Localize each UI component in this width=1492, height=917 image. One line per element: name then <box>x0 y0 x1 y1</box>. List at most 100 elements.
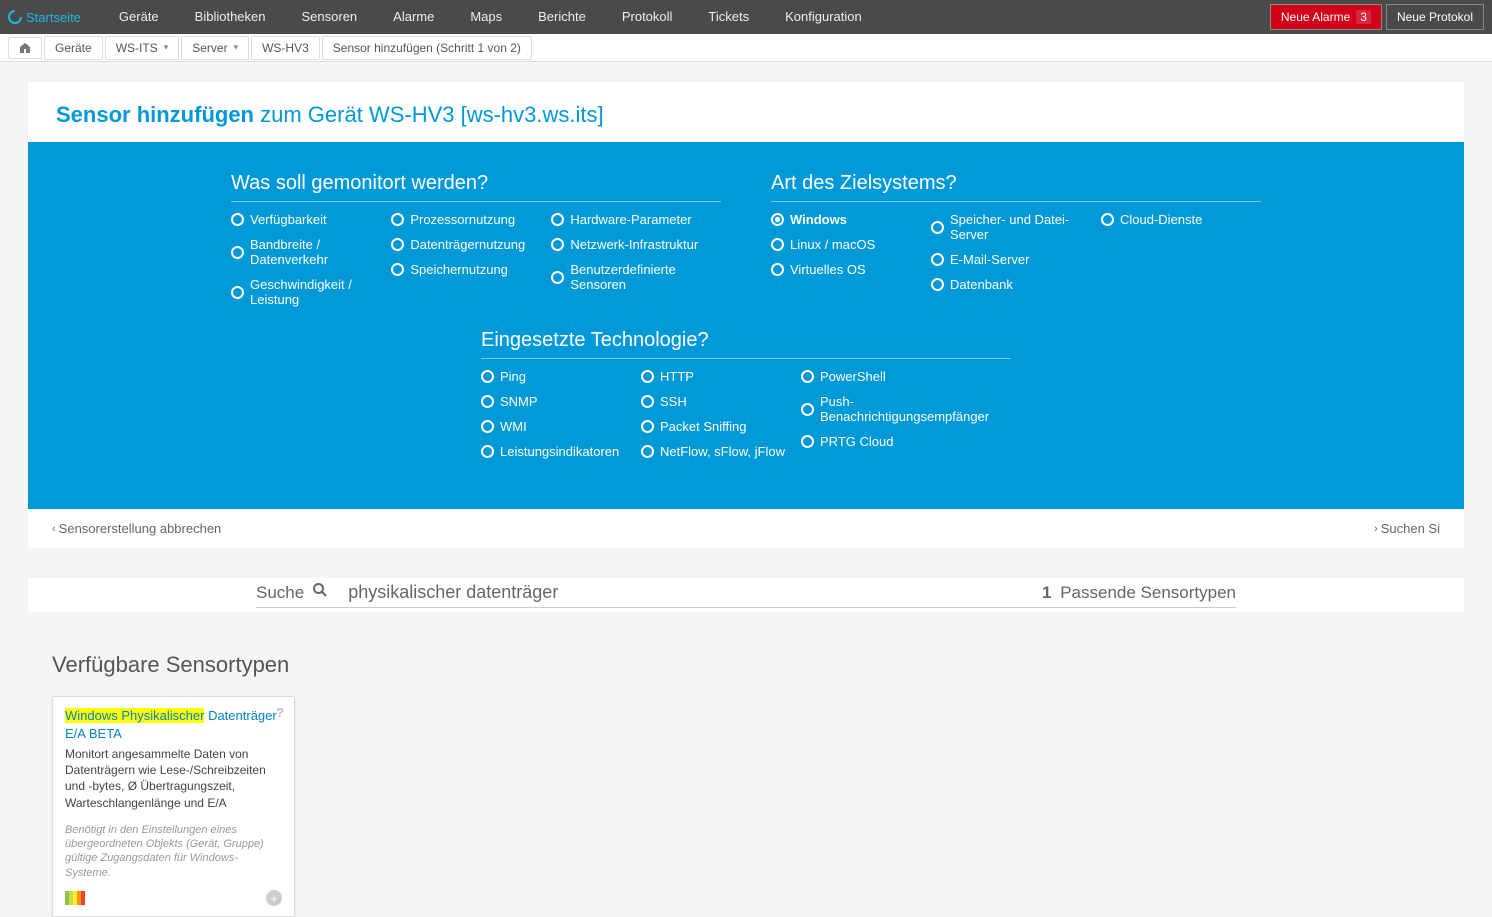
filter-option-label: Netzwerk-Infrastruktur <box>570 237 698 252</box>
filter-option-label: SSH <box>660 394 687 409</box>
filter-option[interactable]: Leistungsindikatoren <box>481 444 641 459</box>
chevron-down-icon: ▾ <box>164 42 169 53</box>
filter-title-tech: Eingesetzte Technologie? <box>481 329 1011 359</box>
home-label: Startseite <box>26 10 81 25</box>
topnav-item[interactable]: Konfiguration <box>767 0 880 34</box>
filter-option[interactable]: Hardware-Parameter <box>551 212 721 227</box>
filter-option[interactable]: SNMP <box>481 394 641 409</box>
search-bar: Suche 1 Passende Sensortypen <box>28 578 1464 612</box>
filter-option-label: Datenträgernutzung <box>410 237 525 252</box>
filter-option[interactable]: Verfügbarkeit <box>231 212 391 227</box>
filter-option[interactable]: Cloud-Dienste <box>1101 212 1261 227</box>
radio-icon <box>551 213 564 226</box>
topnav-item[interactable]: Berichte <box>520 0 604 34</box>
filter-title-monitor: Was soll gemonitort werden? <box>231 172 721 202</box>
filter-option[interactable]: Geschwindigkeit / Leistung <box>231 277 391 307</box>
filter-option[interactable]: SSH <box>641 394 801 409</box>
filter-option[interactable]: Prozessornutzung <box>391 212 551 227</box>
radio-icon <box>771 213 784 226</box>
filter-option-label: Speichernutzung <box>410 262 508 277</box>
status-color-bars <box>65 891 85 905</box>
protokoll-label: Neue Protokol <box>1397 10 1473 24</box>
topnav-item[interactable]: Maps <box>452 0 520 34</box>
radio-icon <box>931 253 944 266</box>
radio-icon <box>641 420 654 433</box>
filter-option-label: Linux / macOS <box>790 237 875 252</box>
sensor-card-req: Benötigt in den Einstellungen eines über… <box>65 823 282 880</box>
radio-icon <box>1101 213 1114 226</box>
search-direct-label: Suchen Si <box>1381 521 1440 536</box>
available-sensor-types-title: Verfügbare Sensortypen <box>28 652 1464 678</box>
radio-icon <box>641 370 654 383</box>
topnav-item[interactable]: Alarme <box>375 0 452 34</box>
filter-option[interactable]: WMI <box>481 419 641 434</box>
filter-panel: Was soll gemonitort werden? Verfügbarkei… <box>28 142 1464 509</box>
radio-icon <box>481 420 494 433</box>
breadcrumb-item[interactable]: Server▾ <box>181 36 249 60</box>
topnav-item[interactable]: Geräte <box>101 0 177 34</box>
filter-option[interactable]: NetFlow, sFlow, jFlow <box>641 444 801 459</box>
add-sensor-icon[interactable]: + <box>266 890 282 906</box>
filter-option[interactable]: Speicher- und Datei-Server <box>931 212 1101 242</box>
radio-icon <box>481 445 494 458</box>
alarm-count: 3 <box>1356 10 1371 24</box>
search-input[interactable] <box>348 582 1042 603</box>
breadcrumb-item[interactable]: Sensor hinzufügen (Schritt 1 von 2) <box>322 36 532 60</box>
filter-option-label: Hardware-Parameter <box>570 212 691 227</box>
radio-icon <box>551 271 564 284</box>
home-icon <box>19 42 31 54</box>
filter-title-target: Art des Zielsystems? <box>771 172 1261 202</box>
cancel-label: Sensorerstellung abbrechen <box>59 521 222 536</box>
filter-option-label: SNMP <box>500 394 538 409</box>
topnav-item[interactable]: Protokoll <box>604 0 691 34</box>
top-nav: Startseite GeräteBibliothekenSensorenAla… <box>0 0 1492 34</box>
radio-icon <box>391 213 404 226</box>
topnav-item[interactable]: Bibliotheken <box>177 0 284 34</box>
filter-option-label: Virtuelles OS <box>790 262 866 277</box>
sensor-card[interactable]: ? Windows Physikalischer Datenträger E/A… <box>52 696 295 917</box>
breadcrumb-item[interactable]: WS-HV3 <box>251 36 320 60</box>
actions-bar: ‹ Sensorerstellung abbrechen › Suchen Si <box>28 509 1464 548</box>
filter-option-label: Verfügbarkeit <box>250 212 327 227</box>
filter-option-label: Benutzerdefinierte Sensoren <box>570 262 721 292</box>
filter-option-label: Geschwindigkeit / Leistung <box>250 277 391 307</box>
search-label: Suche <box>256 583 304 603</box>
filter-option-label: Datenbank <box>950 277 1013 292</box>
breadcrumb-bar: GeräteWS-ITS▾Server▾WS-HV3Sensor hinzufü… <box>0 34 1492 62</box>
filter-option[interactable]: Linux / macOS <box>771 237 931 252</box>
filter-option-label: NetFlow, sFlow, jFlow <box>660 444 785 459</box>
help-icon[interactable]: ? <box>276 705 284 720</box>
search-direct-link[interactable]: › Suchen Si <box>1374 521 1440 536</box>
cancel-sensor-creation[interactable]: ‹ Sensorerstellung abbrechen <box>52 521 221 536</box>
filter-option-label: Ping <box>500 369 526 384</box>
filter-option[interactable]: Speichernutzung <box>391 262 551 277</box>
search-result-label: Passende Sensortypen <box>1060 583 1236 602</box>
filter-option[interactable]: PRTG Cloud <box>801 434 1011 449</box>
filter-option[interactable]: HTTP <box>641 369 801 384</box>
filter-option[interactable]: Virtuelles OS <box>771 262 931 277</box>
filter-option[interactable]: Datenträgernutzung <box>391 237 551 252</box>
new-alarms-badge[interactable]: Neue Alarme3 <box>1270 4 1382 30</box>
filter-option[interactable]: Push-Benachrichtigungsempfänger <box>801 394 1011 424</box>
breadcrumb-home[interactable] <box>8 37 42 59</box>
filter-option[interactable]: Ping <box>481 369 641 384</box>
filter-option[interactable]: Datenbank <box>931 277 1101 292</box>
filter-option[interactable]: Windows <box>771 212 931 227</box>
breadcrumb-item[interactable]: WS-ITS▾ <box>105 36 180 60</box>
filter-option-label: Leistungsindikatoren <box>500 444 619 459</box>
filter-option[interactable]: Packet Sniffing <box>641 419 801 434</box>
new-protokoll-badge[interactable]: Neue Protokol <box>1386 4 1484 30</box>
filter-option[interactable]: Benutzerdefinierte Sensoren <box>551 262 721 292</box>
filter-option[interactable]: PowerShell <box>801 369 1011 384</box>
filter-option-label: Windows <box>790 212 847 227</box>
filter-option[interactable]: E-Mail-Server <box>931 252 1101 267</box>
breadcrumb-item[interactable]: Geräte <box>44 36 103 60</box>
topnav-item[interactable]: Sensoren <box>284 0 376 34</box>
home-link[interactable]: Startseite <box>8 10 81 25</box>
filter-group-tech: Eingesetzte Technologie? Ping SNMP WMI Leis… <box>481 329 1011 459</box>
filter-option[interactable]: Netzwerk-Infrastruktur <box>551 237 721 252</box>
filter-option-label: Packet Sniffing <box>660 419 746 434</box>
filter-option[interactable]: Bandbreite / Datenverkehr <box>231 237 391 267</box>
topnav-item[interactable]: Tickets <box>690 0 767 34</box>
filter-option-label: Prozessornutzung <box>410 212 515 227</box>
